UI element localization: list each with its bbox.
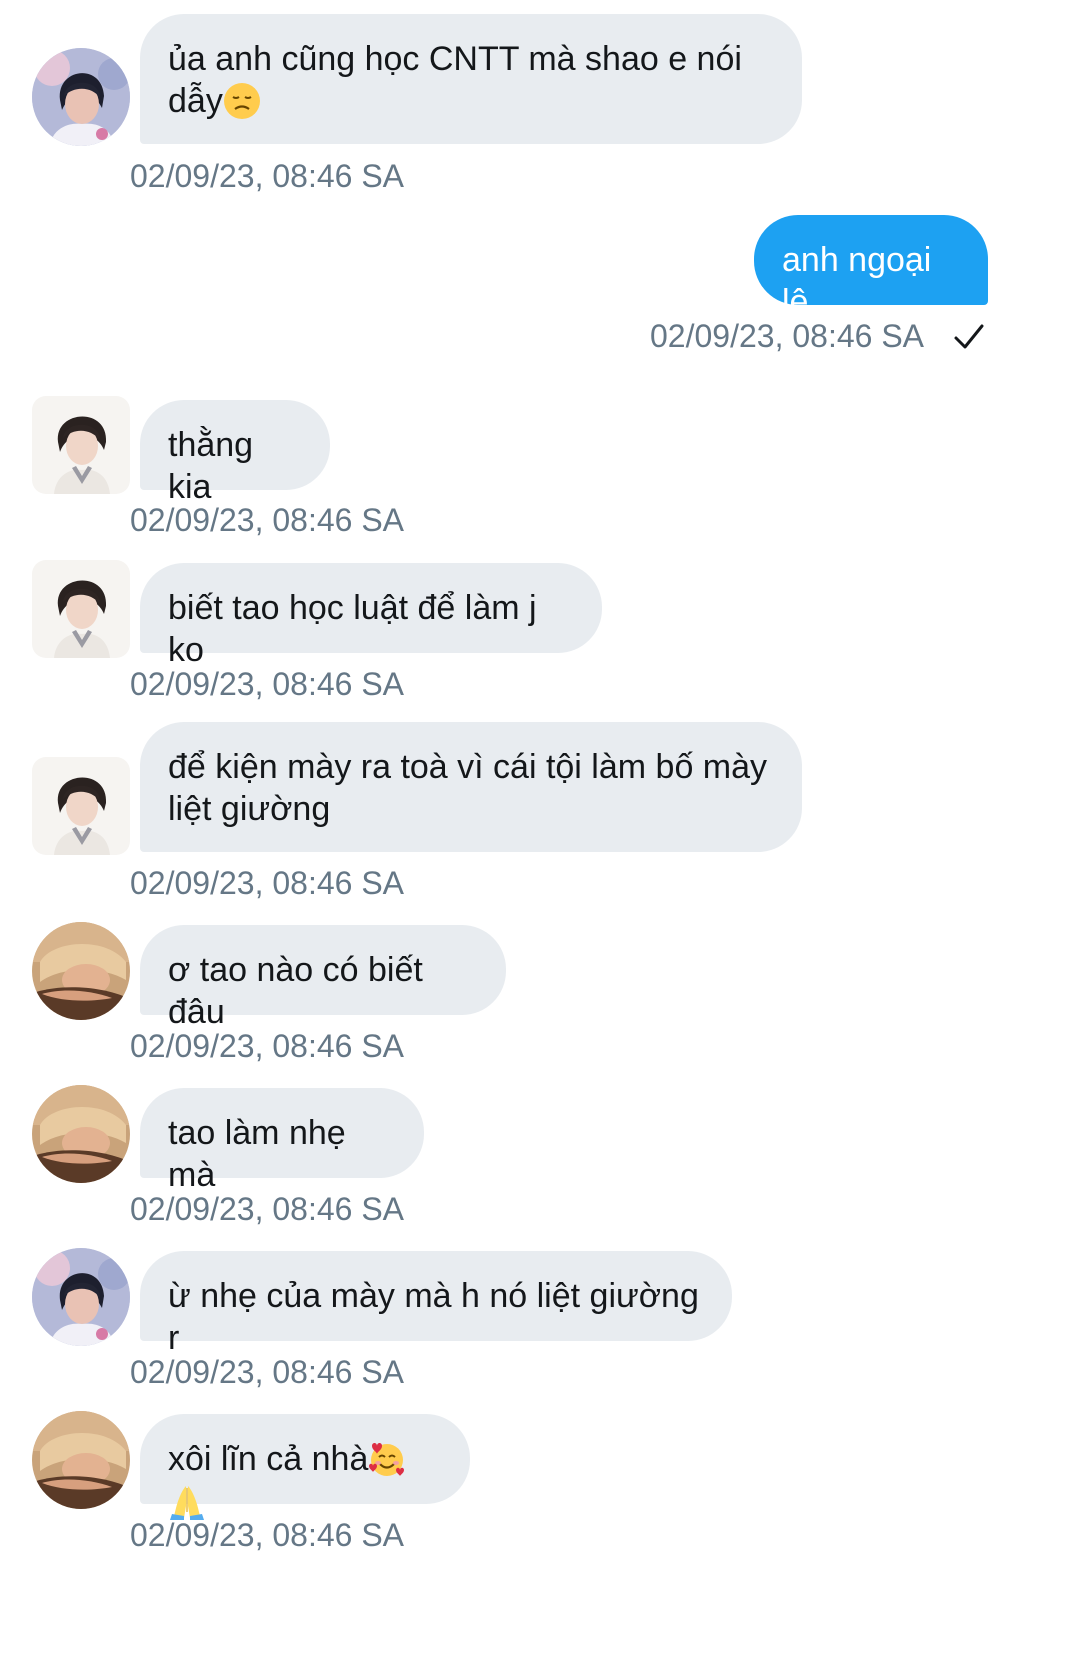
message-timestamp: 02/09/23, 08:46 SA — [130, 1191, 404, 1227]
message-text: ơ tao nào có biết đâu — [168, 951, 433, 1031]
avatar[interactable] — [32, 1085, 130, 1183]
message-timestamp: 02/09/23, 08:46 SA — [130, 502, 404, 538]
message-bubble[interactable]: để kiện mày ra toà vì cái tội làm bố mày… — [140, 722, 802, 852]
message-timestamp: 02/09/23, 08:46 SA — [130, 158, 404, 194]
avatar[interactable] — [32, 560, 130, 658]
checkmark-icon — [954, 324, 984, 349]
message-text: biết tao học luật để làm j ko — [168, 589, 547, 669]
message-bubble[interactable]: ủa anh cũng học CNTT mà shao e nói dẫy — [140, 14, 802, 144]
message-timestamp: 02/09/23, 08:46 SA — [130, 1028, 404, 1064]
message-bubble[interactable]: anh ngoại lệ — [754, 215, 988, 321]
avatar[interactable] — [32, 1248, 130, 1346]
message-bubble[interactable]: ừ nhẹ của mày mà h nó liệt giường r — [140, 1251, 732, 1357]
message-timestamp: 02/09/23, 08:46 SA — [130, 1517, 404, 1553]
message-timestamp: 02/09/23, 08:46 SA — [130, 1354, 404, 1390]
message-bubble[interactable]: xôi lĩn cả nhà — [140, 1414, 470, 1520]
smiling-face-with-hearts-icon — [368, 1440, 406, 1478]
message-text: thằng kia — [168, 426, 263, 506]
message-timestamp: 02/09/23, 08:46 SA — [650, 318, 924, 354]
message-text: ừ nhẹ của mày mà h nó liệt giường r — [168, 1277, 709, 1357]
message-timestamp: 02/09/23, 08:46 SA — [130, 865, 404, 901]
avatar[interactable] — [32, 396, 130, 494]
message-bubble[interactable]: ơ tao nào có biết đâu — [140, 925, 506, 1031]
dm-conversation: ủa anh cũng học CNTT mà shao e nói dẫy 0… — [0, 0, 1080, 1664]
message-bubble[interactable]: thằng kia — [140, 400, 330, 506]
avatar[interactable] — [32, 48, 130, 146]
avatar[interactable] — [32, 757, 130, 855]
message-bubble[interactable]: tao làm nhẹ mà — [140, 1088, 424, 1194]
message-timestamp: 02/09/23, 08:46 SA — [130, 666, 404, 702]
disappointed-face-icon — [222, 82, 261, 120]
message-text: tao làm nhẹ mà — [168, 1114, 356, 1194]
message-text: để kiện mày ra toà vì cái tội làm bố mày… — [168, 748, 768, 828]
message-text: xôi lĩn cả nhà — [168, 1440, 369, 1478]
message-bubble[interactable]: biết tao học luật để làm j ko — [140, 563, 602, 669]
message-text: anh ngoại lệ — [782, 241, 941, 321]
avatar[interactable] — [32, 922, 130, 1020]
avatar[interactable] — [32, 1411, 130, 1509]
